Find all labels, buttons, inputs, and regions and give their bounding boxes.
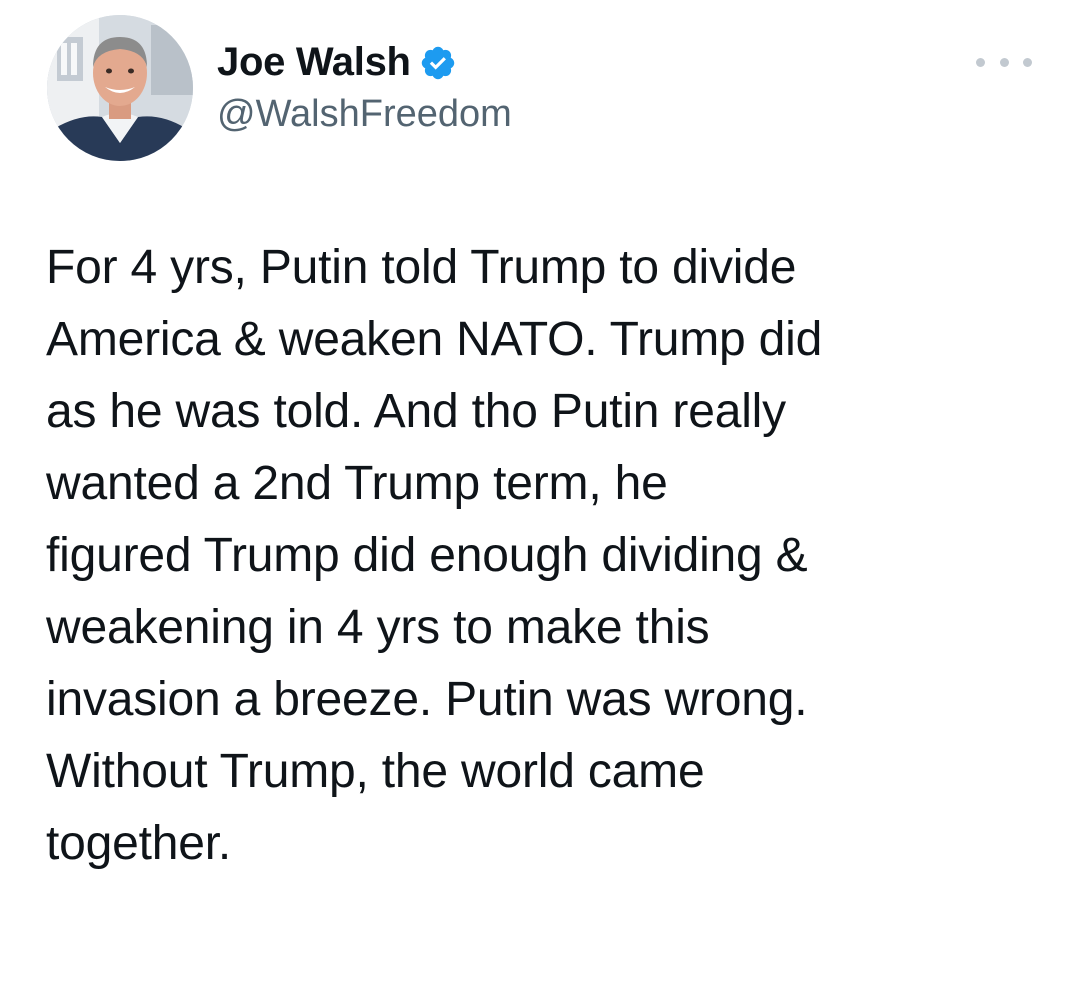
profile-photo-icon [47, 15, 193, 161]
tweet-line: wanted a 2nd Trump term, he [46, 457, 668, 510]
tweet-line: figured Trump did enough dividing & [46, 529, 808, 582]
author-avatar[interactable] [47, 15, 193, 161]
dot [999, 57, 1009, 67]
author-display-name[interactable]: Joe Walsh [217, 40, 411, 85]
dot [976, 57, 985, 67]
tweet-line: weakening in 4 yrs to make this [46, 601, 710, 654]
dot [1023, 57, 1032, 67]
tweet-line: invasion a breeze. Putin was wrong. [46, 673, 808, 726]
verified-badge-icon [419, 44, 457, 82]
tweet-line: For 4 yrs, Putin told Trump to divide [46, 241, 797, 294]
tweet-line: as he was told. And tho Putin really [46, 385, 786, 438]
more-options-icon[interactable] [976, 50, 1032, 74]
tweet-line: America & weaken NATO. Trump did [46, 313, 823, 366]
tweet-line: Without Trump, the world came [46, 745, 705, 798]
tweet-text: For 4 yrs, Putin told Trump to divide Am… [46, 232, 1056, 880]
author-name-row[interactable]: Joe Walsh [217, 37, 457, 87]
author-handle[interactable]: @WalshFreedom [217, 93, 512, 136]
tweet-line: together. [46, 817, 232, 870]
tweet-card: Joe Walsh @WalshFreedom For 4 yrs, Putin… [0, 0, 1080, 981]
